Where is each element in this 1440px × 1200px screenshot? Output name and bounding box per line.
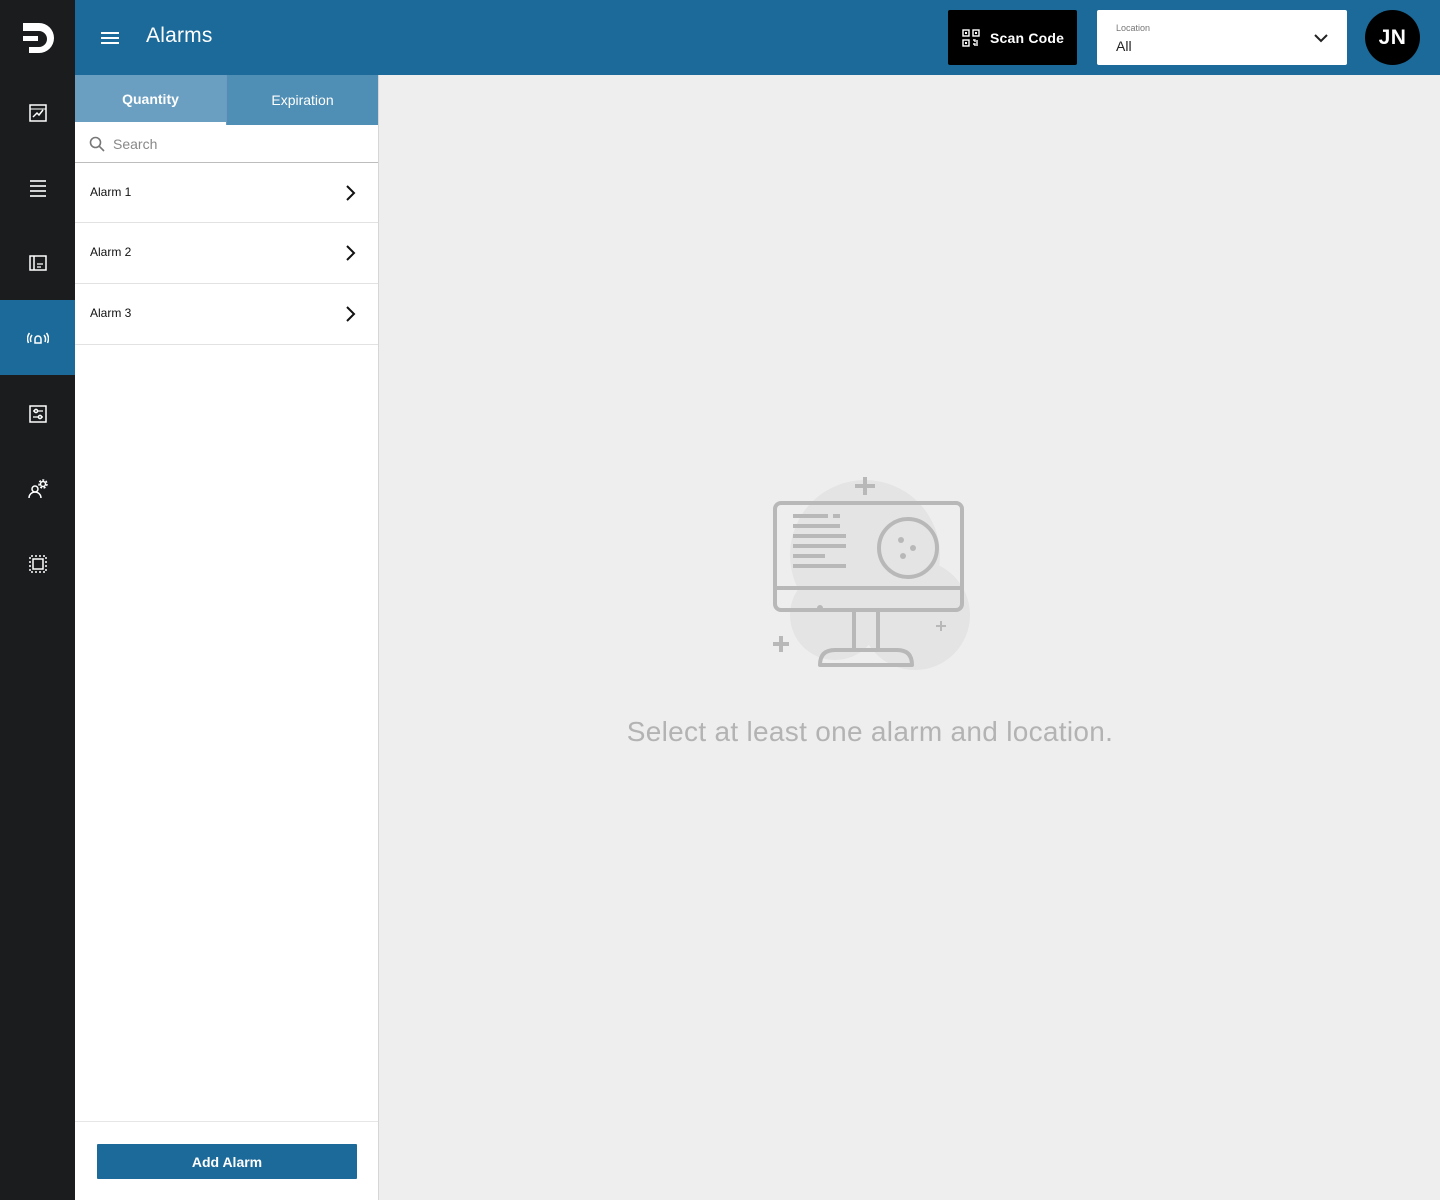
alarm-broadcast-icon	[26, 332, 49, 344]
rail-item-alarms[interactable]	[0, 300, 75, 375]
hamburger-icon	[101, 32, 119, 44]
rail-item-users[interactable]	[0, 451, 75, 526]
alarm-label: Alarm 2	[90, 245, 132, 259]
chevron-right-icon	[346, 306, 356, 322]
add-alarm-button[interactable]: Add Alarm	[97, 1144, 357, 1179]
dashboard-chart-icon	[28, 103, 47, 122]
top-header: Alarms Scan Code Location All JN	[75, 0, 1440, 75]
search-icon	[89, 136, 105, 152]
card-icon	[28, 254, 47, 271]
side-rail	[0, 0, 75, 1200]
tab-quantity[interactable]: Quantity	[75, 75, 226, 125]
panel-footer: Add Alarm	[75, 1121, 378, 1200]
list-item[interactable]: Alarm 2	[75, 223, 378, 284]
settings-list-icon	[28, 404, 47, 423]
location-select[interactable]: Location All	[1097, 10, 1347, 65]
scan-code-label: Scan Code	[990, 29, 1065, 46]
page-title: Alarms	[146, 24, 213, 47]
list-item[interactable]: Alarm 1	[75, 163, 378, 223]
tab-bar: Quantity Expiration	[75, 75, 378, 125]
avatar[interactable]: JN	[1365, 10, 1420, 65]
empty-state-message: Select at least one alarm and location.	[626, 716, 1114, 747]
rail-item-dashboard[interactable]	[0, 75, 75, 150]
user-settings-icon	[27, 478, 48, 498]
monitor-illustration-icon	[773, 477, 970, 670]
list-item[interactable]: Alarm 3	[75, 284, 378, 345]
search-bar	[75, 125, 378, 163]
alarm-panel: Quantity Expiration Alarm 1 Alarm 2 Alar…	[75, 75, 379, 1200]
alarm-list: Alarm 1 Alarm 2 Alarm 3	[75, 163, 378, 345]
rail-item-integrations[interactable]	[0, 526, 75, 601]
scan-code-button[interactable]: Scan Code	[948, 10, 1077, 65]
chip-icon	[28, 554, 47, 573]
location-label: Location	[1116, 23, 1151, 33]
rail-item-inventory[interactable]	[0, 150, 75, 225]
search-input[interactable]	[113, 131, 368, 157]
list-icon	[29, 179, 46, 197]
logo[interactable]	[0, 0, 75, 75]
tab-expiration[interactable]: Expiration	[226, 75, 378, 125]
qr-code-icon	[962, 28, 980, 47]
location-value: All	[1116, 38, 1132, 54]
alarm-label: Alarm 1	[90, 185, 132, 199]
menu-button[interactable]	[95, 24, 125, 52]
chevron-right-icon	[346, 185, 356, 201]
logo-icon	[22, 22, 54, 53]
chevron-right-icon	[346, 245, 356, 261]
rail-item-devices[interactable]	[0, 225, 75, 300]
chevron-down-icon	[1314, 34, 1328, 43]
alarm-label: Alarm 3	[90, 306, 132, 320]
rail-item-reports[interactable]	[0, 376, 75, 451]
